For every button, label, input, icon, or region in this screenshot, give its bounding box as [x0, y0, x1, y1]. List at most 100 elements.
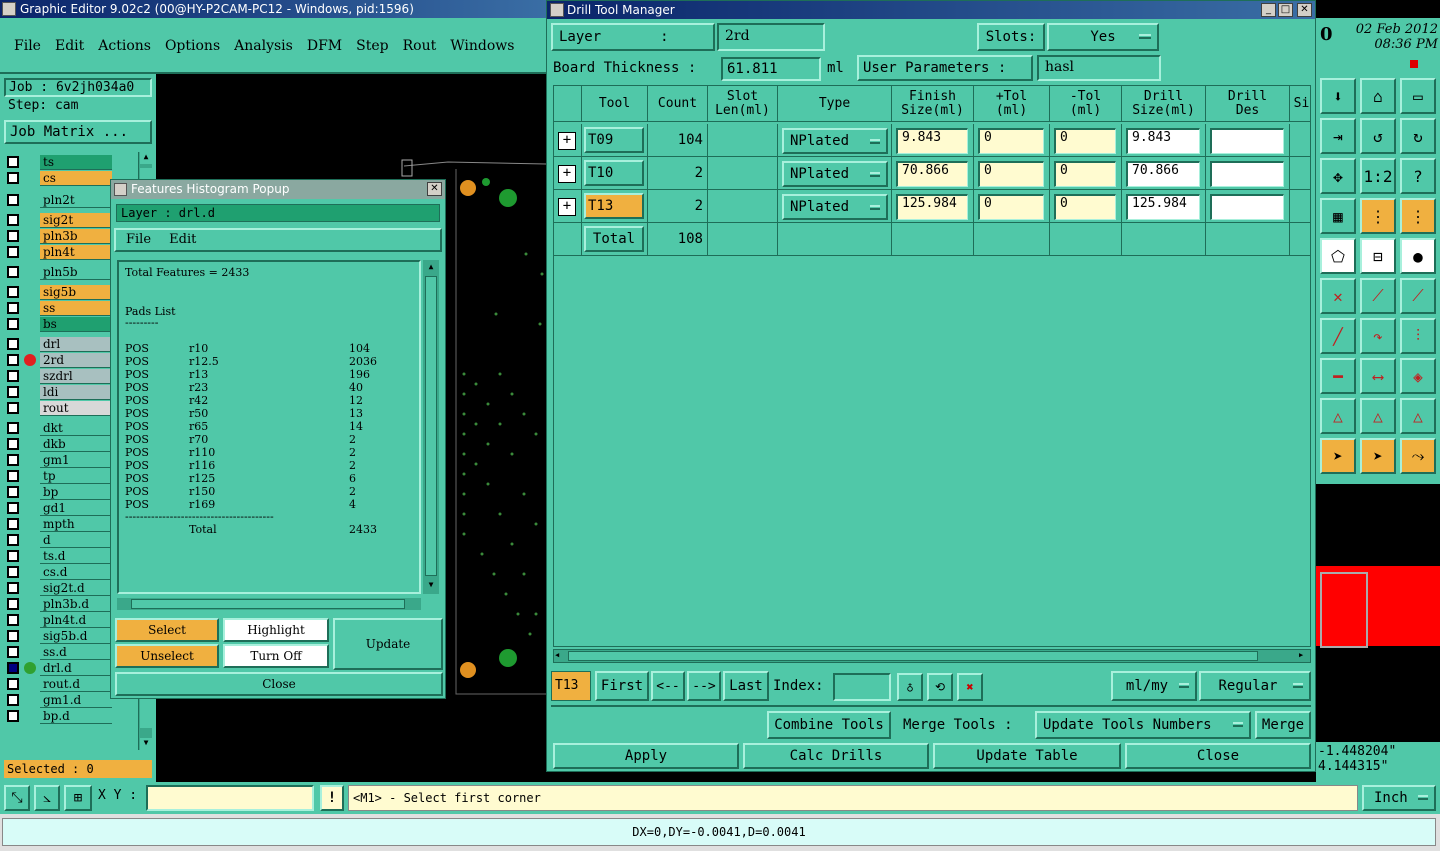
help-icon[interactable]: ?	[1400, 158, 1436, 194]
tool-button[interactable]: T10	[584, 160, 644, 186]
histogram-hscroll[interactable]	[117, 598, 421, 610]
layer-checkbox[interactable]	[7, 172, 19, 184]
apply-button[interactable]: Apply	[553, 743, 739, 769]
menu-file[interactable]: File	[14, 38, 41, 54]
align-icon[interactable]: ⫶	[1400, 318, 1436, 354]
layer-checkbox[interactable]	[7, 214, 19, 226]
layer-name[interactable]: ts.d	[40, 548, 112, 564]
refresh-icon[interactable]: ⟲	[927, 673, 953, 701]
menu-windows[interactable]: Windows	[450, 38, 514, 54]
drill-input[interactable]: 9.843	[1126, 128, 1200, 154]
finish-input[interactable]: 9.843	[896, 128, 968, 154]
ptol-input[interactable]: 0	[978, 128, 1044, 154]
mtol-input[interactable]: 0	[1054, 194, 1116, 220]
dimension-icon[interactable]: ⟷	[1360, 358, 1396, 394]
ruler-icon[interactable]: ⊟	[1360, 238, 1396, 274]
measure-icon[interactable]: ⦣	[34, 785, 60, 811]
layer-name[interactable]: szdrl	[40, 368, 112, 384]
menu-dfm[interactable]: DFM	[307, 38, 342, 54]
layer-row-mpth[interactable]: mpth	[4, 516, 114, 532]
layer-checkbox[interactable]	[7, 266, 19, 278]
scale-icon[interactable]: 1:2	[1360, 158, 1396, 194]
layer-checkbox[interactable]	[7, 710, 19, 722]
traffic-icon[interactable]: ⋮	[1360, 198, 1396, 234]
index-input[interactable]	[833, 673, 891, 701]
scroll-down-icon[interactable]: ▼	[140, 738, 152, 750]
arc-icon[interactable]: ↷	[1360, 318, 1396, 354]
bulb-icon[interactable]: ♁	[897, 673, 923, 701]
layer-checkbox[interactable]	[7, 534, 19, 546]
layer-checkbox[interactable]	[7, 402, 19, 414]
layer-checkbox[interactable]	[7, 646, 19, 658]
menu-rout[interactable]: Rout	[403, 38, 437, 54]
xy-input[interactable]	[146, 785, 314, 811]
des-input[interactable]	[1210, 128, 1284, 154]
grid-view-icon[interactable]: ▦	[1320, 198, 1356, 234]
layer-checkbox[interactable]	[7, 454, 19, 466]
layer-value[interactable]: 2rd	[717, 23, 825, 51]
update-tools-numbers-dropdown[interactable]: Update Tools Numbers	[1035, 711, 1251, 739]
layer-checkbox[interactable]	[7, 582, 19, 594]
ptol-input[interactable]: 0	[978, 194, 1044, 220]
merge-button[interactable]: Merge	[1255, 711, 1311, 739]
layer-checkbox[interactable]	[7, 422, 19, 434]
select-button[interactable]: Select	[115, 618, 219, 642]
layer-row-d[interactable]: d	[4, 532, 114, 548]
des-input[interactable]	[1210, 194, 1284, 220]
layer-row-ss-d[interactable]: ss.d	[4, 644, 114, 660]
layer-row-pln3b[interactable]: pln3b	[4, 228, 114, 244]
type-dropdown[interactable]: NPlated	[782, 194, 888, 220]
pointer-icon[interactable]: ➤	[1320, 438, 1356, 474]
combine-tools-button[interactable]: Combine Tools	[767, 711, 891, 739]
layer-row-2rd[interactable]: 2rd	[4, 352, 114, 368]
layer-checkbox[interactable]	[7, 518, 19, 530]
first-button[interactable]: First	[595, 671, 649, 701]
histogram-scroll-thumb[interactable]	[425, 276, 437, 576]
route-icon[interactable]: ⤳	[1400, 438, 1436, 474]
layer-checkbox[interactable]	[7, 338, 19, 350]
layer-row-sig2t[interactable]: sig2t	[4, 212, 114, 228]
tool-button[interactable]: T13	[584, 193, 644, 219]
mtol-input[interactable]: 0	[1054, 128, 1116, 154]
layer-checkbox[interactable]	[7, 630, 19, 642]
layer-checkbox[interactable]	[7, 598, 19, 610]
triangle-icon[interactable]: △	[1320, 398, 1356, 434]
layer-row-pln4t-d[interactable]: pln4t.d	[4, 612, 114, 628]
layer-name[interactable]: tp	[40, 468, 112, 484]
histogram-close-icon[interactable]: ✕	[427, 182, 442, 196]
menu-edit[interactable]: Edit	[55, 38, 84, 54]
layer-row-pln5b[interactable]: pln5b	[4, 264, 114, 280]
menu-options[interactable]: Options	[165, 38, 220, 54]
minimize-icon[interactable]: _	[1261, 3, 1276, 17]
drill-title-bar[interactable]: Drill Tool Manager	[547, 1, 1315, 19]
layer-name[interactable]: sig2t	[40, 212, 112, 228]
layer-checkbox[interactable]	[7, 614, 19, 626]
layer-row-drl[interactable]: drl	[4, 336, 114, 352]
calc-drills-button[interactable]: Calc Drills	[743, 743, 929, 769]
layer-name[interactable]: cs	[40, 170, 112, 186]
traffic2-icon[interactable]: ⋮	[1400, 198, 1436, 234]
layer-checkbox[interactable]	[7, 318, 19, 330]
import-icon[interactable]: ⬇	[1320, 78, 1356, 114]
layer-row-ss[interactable]: ss	[4, 300, 114, 316]
units-dropdown[interactable]: ml/my	[1111, 671, 1197, 701]
layer-name[interactable]: d	[40, 532, 112, 548]
layer-name[interactable]: sig2t.d	[40, 580, 112, 596]
layer-name[interactable]: pln4t.d	[40, 612, 112, 628]
main-title-bar[interactable]: Graphic Editor 9.02c2 (00@HY-P2CAM-PC12 …	[0, 0, 548, 18]
layer-name[interactable]: drl	[40, 336, 112, 352]
table-scroll-left-icon[interactable]: ◀	[555, 651, 565, 661]
menu-step[interactable]: Step	[356, 38, 388, 54]
layer-row-pln2t[interactable]: pln2t	[4, 192, 114, 208]
units-selector[interactable]: Inch	[1362, 785, 1436, 811]
prev-button[interactable]: <--	[651, 671, 685, 701]
board-thickness-input[interactable]: 61.811	[721, 57, 821, 81]
layer-row-pln4t[interactable]: pln4t	[4, 244, 114, 260]
redo-icon[interactable]: ↻	[1400, 118, 1436, 154]
node-icon[interactable]: ⟋	[1360, 278, 1396, 314]
layer-checkbox[interactable]	[7, 230, 19, 242]
histogram-vscroll[interactable]: ▲ ▼	[423, 260, 439, 594]
layer-checkbox[interactable]	[7, 550, 19, 562]
layer-name[interactable]: ss.d	[40, 644, 112, 660]
triangle3-icon[interactable]: △	[1400, 398, 1436, 434]
